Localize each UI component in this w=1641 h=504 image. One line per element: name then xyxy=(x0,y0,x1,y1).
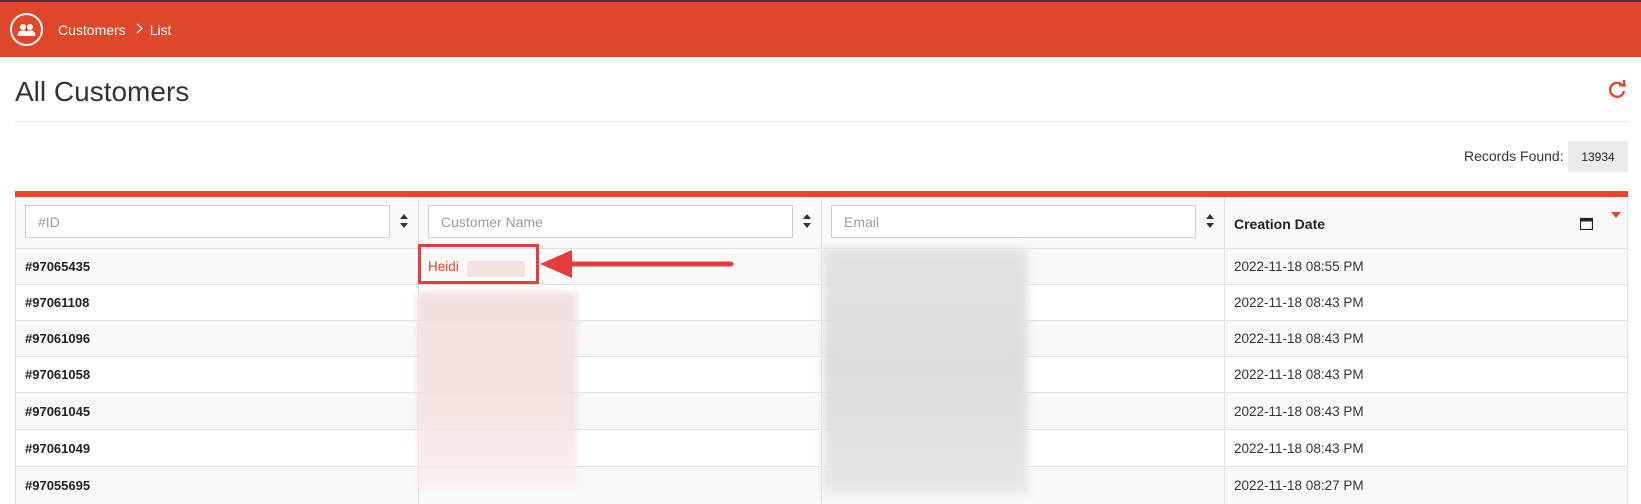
arrow-left-icon xyxy=(540,250,734,278)
sort-icon[interactable] xyxy=(1205,212,1215,230)
creation-date: 2022-11-18 08:43 PM xyxy=(1234,331,1364,346)
creation-date-header: Creation Date xyxy=(1234,216,1326,232)
customer-name-filter-input[interactable] xyxy=(428,205,793,238)
creation-date: 2022-11-18 08:43 PM xyxy=(1234,367,1364,382)
customer-id[interactable]: #97065435 xyxy=(16,259,90,274)
redacted-names xyxy=(417,292,577,488)
table-row[interactable]: #97061058 2022-11-18 08:43 PM xyxy=(16,357,1627,393)
table-row[interactable]: #97061108 2022-11-18 08:43 PM xyxy=(16,285,1627,321)
customer-id[interactable]: #97061045 xyxy=(16,404,90,419)
highlight-box xyxy=(418,244,539,284)
customer-id[interactable]: #97061096 xyxy=(16,331,90,346)
id-filter-input[interactable] xyxy=(25,205,390,238)
table-row[interactable]: #97061096 2022-11-18 08:43 PM xyxy=(16,321,1627,357)
header-cell-id xyxy=(16,197,419,248)
calendar-icon[interactable] xyxy=(1580,217,1593,230)
records-found-label: Records Found: xyxy=(1464,148,1564,164)
sort-icon[interactable] xyxy=(399,212,409,230)
page-title: All Customers xyxy=(15,76,190,107)
table-row[interactable]: #97055695 2022-11-18 08:27 PM xyxy=(16,467,1627,504)
table-row[interactable]: #97061045 2022-11-18 08:43 PM xyxy=(16,393,1627,430)
breadcrumb-list: List xyxy=(149,21,172,38)
refresh-icon[interactable] xyxy=(1606,78,1628,100)
table-row[interactable]: #97065435 Heidi 2022-11-18 08:55 PM xyxy=(16,249,1627,285)
creation-date: 2022-11-18 08:43 PM xyxy=(1234,403,1364,419)
creation-date: 2022-11-18 08:27 PM xyxy=(1234,478,1364,493)
header-cell-creation-date: Creation Date xyxy=(1225,197,1627,248)
customer-id[interactable]: #97061108 xyxy=(16,295,89,310)
redacted-emails xyxy=(823,248,1028,494)
creation-date: 2022-11-18 08:43 PM xyxy=(1234,295,1364,310)
email-filter-input[interactable] xyxy=(831,205,1196,238)
dropdown-caret-icon[interactable] xyxy=(1611,212,1621,218)
customer-id[interactable]: #97061058 xyxy=(16,367,90,382)
chevron-right-icon xyxy=(136,22,143,37)
users-icon[interactable] xyxy=(10,13,43,46)
customer-id[interactable]: #97061049 xyxy=(16,441,90,456)
breadcrumb-customers[interactable]: Customers xyxy=(58,22,126,38)
sort-icon[interactable] xyxy=(802,212,812,230)
table-row[interactable]: #97061049 2022-11-18 08:43 PM xyxy=(16,430,1627,467)
customer-id[interactable]: #97055695 xyxy=(16,478,90,493)
divider xyxy=(15,121,1628,122)
creation-date: 2022-11-18 08:55 PM xyxy=(1234,259,1364,274)
customers-table: Creation Date #97065435 Heidi 2022-11-18… xyxy=(15,197,1628,504)
creation-date: 2022-11-18 08:43 PM xyxy=(1234,440,1364,456)
records-found-count: 13934 xyxy=(1568,141,1628,172)
header-cell-email xyxy=(822,197,1225,248)
top-bar: Customers List xyxy=(0,2,1641,57)
table-header-row: Creation Date xyxy=(16,197,1627,249)
header-cell-name xyxy=(419,197,822,248)
